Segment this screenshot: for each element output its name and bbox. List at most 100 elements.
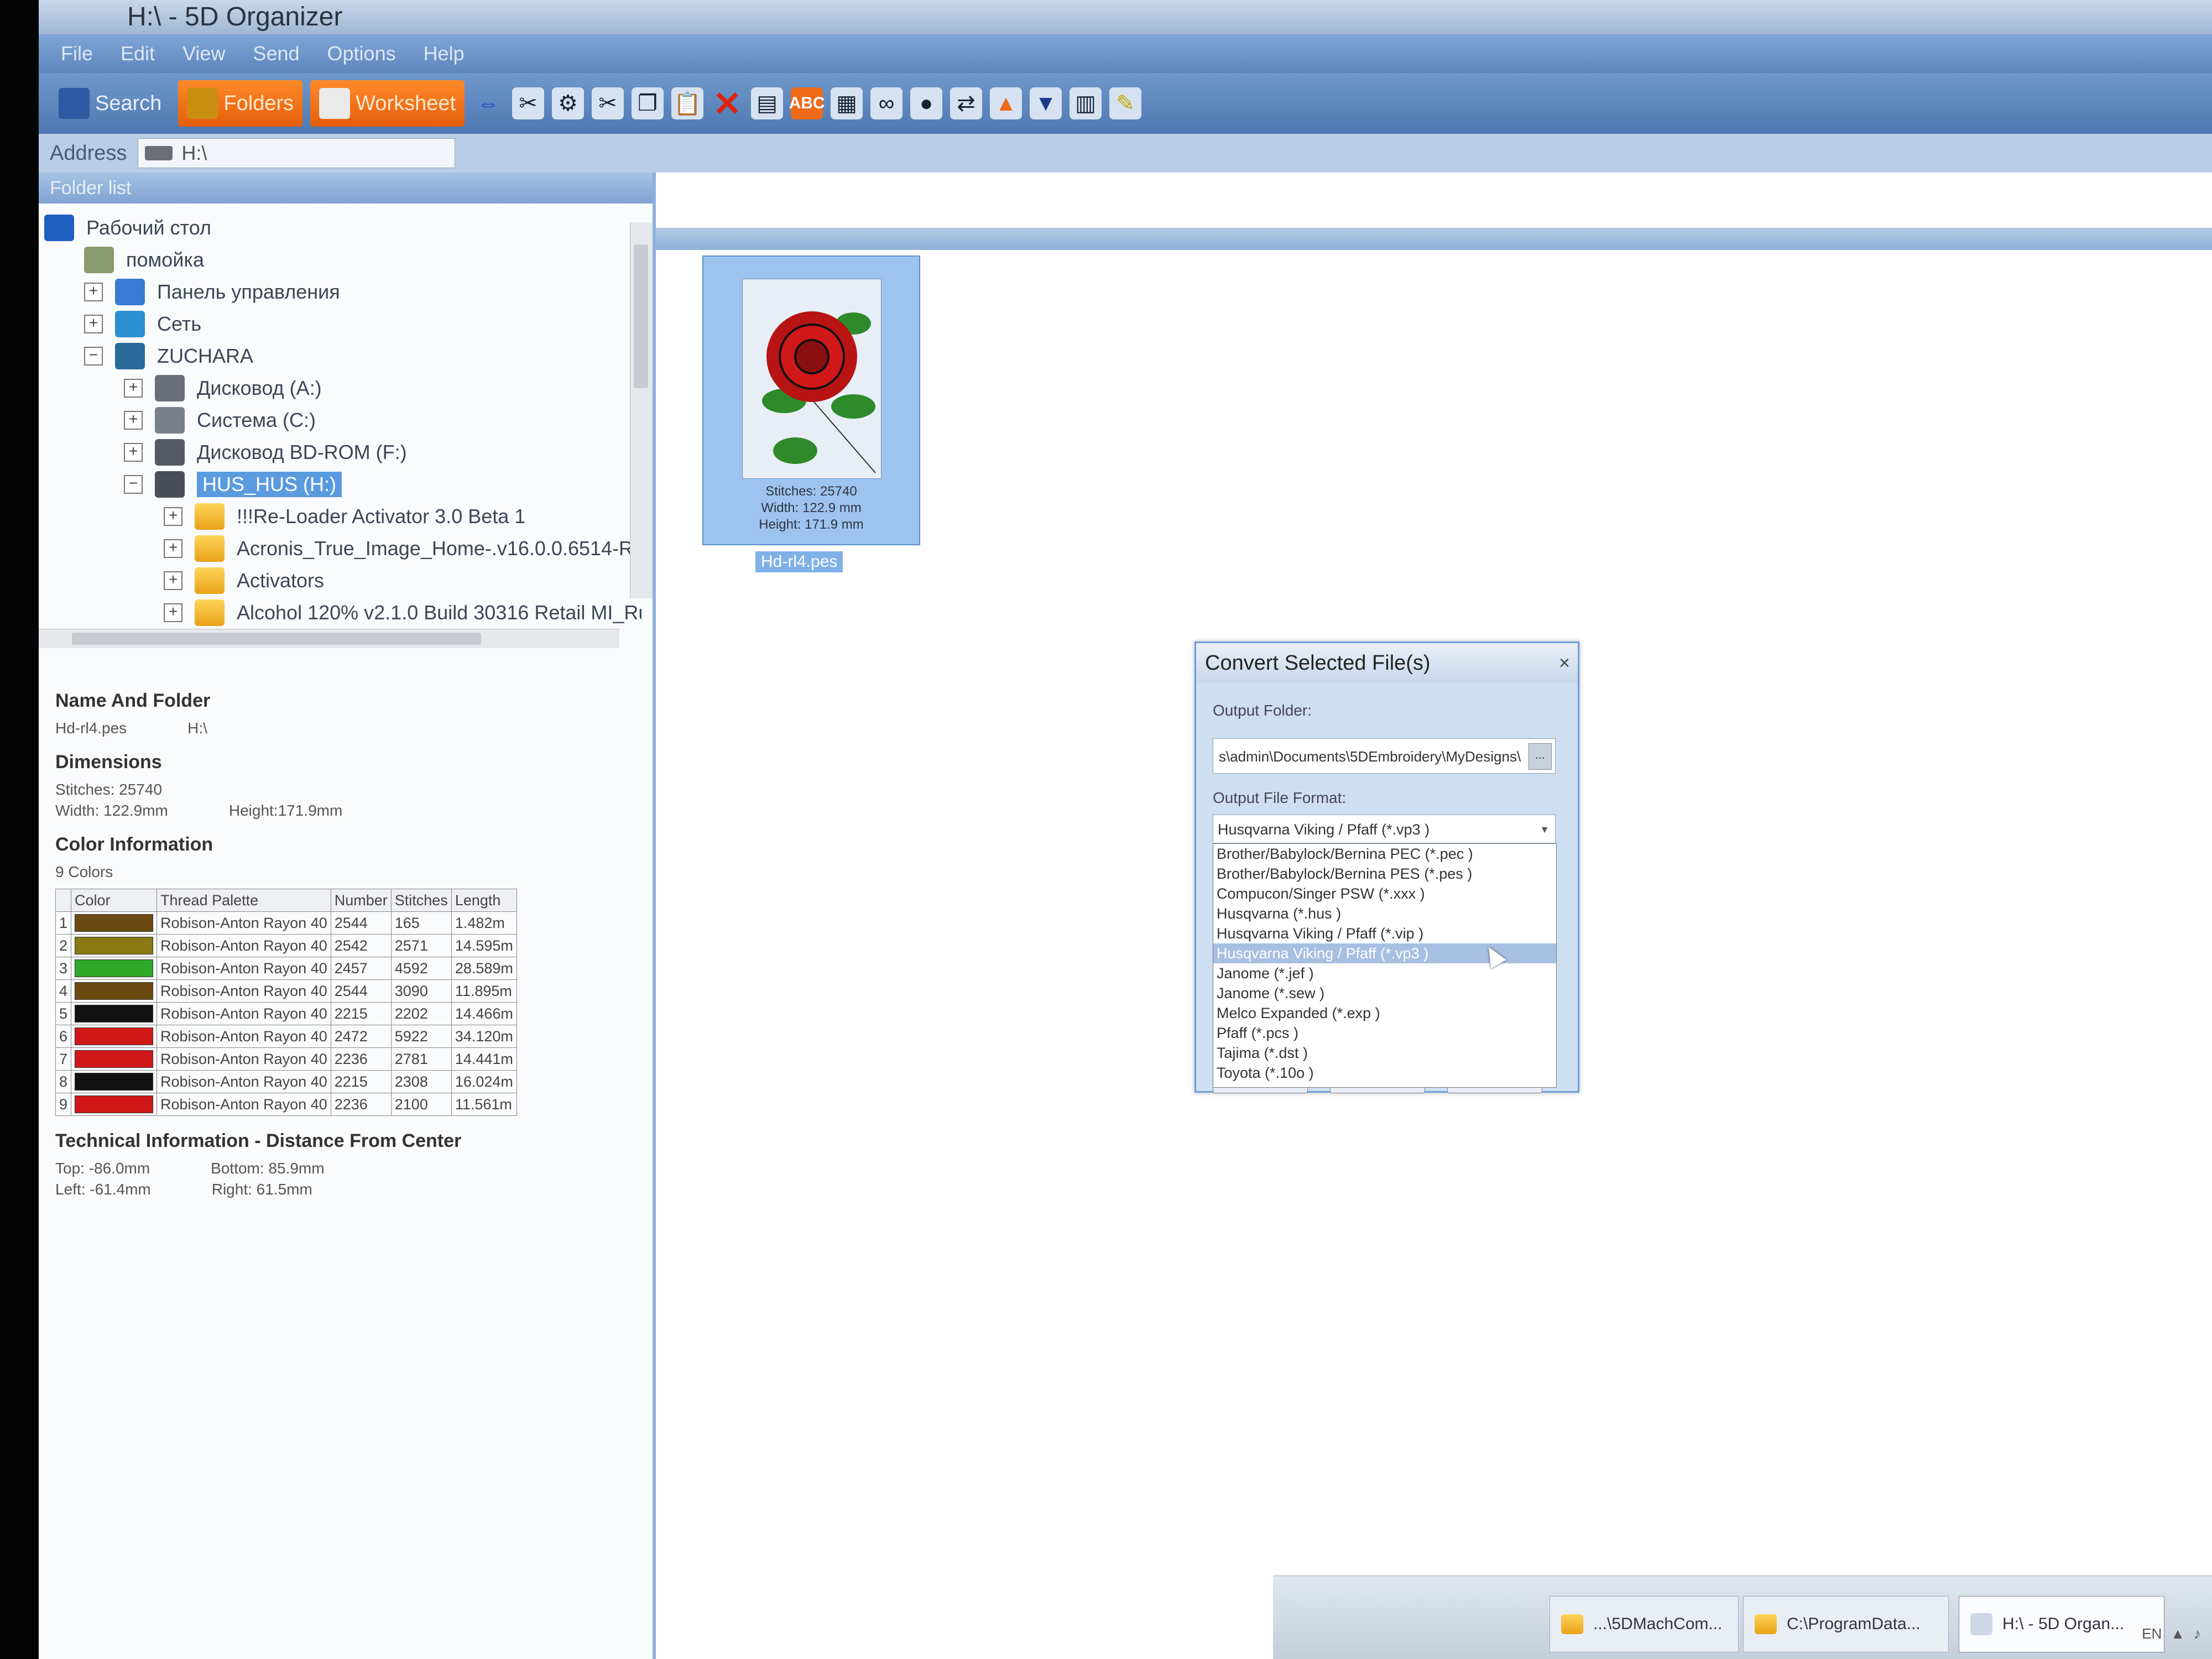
tree-item-label: Сеть [157, 312, 202, 335]
tree-item[interactable]: Рабочий стол [44, 215, 211, 241]
color-swatch [71, 979, 158, 1003]
pencil-icon[interactable]: ✎ [1109, 87, 1142, 119]
tree-vscroll-thumb[interactable] [634, 244, 648, 388]
format-option[interactable]: Husqvarna (*.hus ) [1213, 904, 1556, 924]
tree-item[interactable]: + Acronis_True_Image_Home-.v16.0.0.6514-R… [164, 535, 641, 562]
convert-arrows-icon[interactable]: ⇄ [950, 87, 983, 119]
worksheet-button[interactable]: Worksheet [310, 80, 465, 127]
menu-help[interactable]: Help [424, 42, 465, 65]
expand-icon[interactable]: + [124, 379, 143, 398]
tree-vertical-scrollbar[interactable] [630, 222, 653, 598]
tree-item[interactable]: + Панель управления [84, 279, 340, 305]
tree-item[interactable]: − ZUCHARA [84, 343, 253, 369]
format-option[interactable]: Brother/Babylock/Bernina PEC (*.pec ) [1213, 844, 1556, 864]
expand-icon[interactable]: + [164, 571, 182, 590]
tree-item[interactable]: + Дисковод BD-ROM (F:) [124, 439, 407, 466]
format-option[interactable]: Janome (*.sew ) [1213, 983, 1556, 1003]
volume-tray-icon[interactable]: ♪ [2194, 1625, 2201, 1642]
thumb-height: Height: 171.9 mm [759, 517, 864, 532]
col-palette: Thread Palette [156, 889, 331, 912]
delete-icon[interactable]: ✕ [711, 85, 743, 123]
machine-icon[interactable]: ⚙ [552, 87, 585, 119]
output-folder-field[interactable]: s\admin\Documents\5DEmbroidery\MyDesigns… [1213, 738, 1556, 774]
thread-number: 2472 [330, 1025, 392, 1048]
format-option[interactable]: Tajima (*.dst ) [1213, 1043, 1556, 1063]
copy-icon[interactable]: ❐ [632, 87, 664, 119]
expand-icon[interactable]: + [164, 603, 182, 622]
search-button[interactable]: Search [50, 80, 170, 127]
abc-lettering-icon[interactable]: ABC [789, 87, 825, 119]
close-icon[interactable]: × [1559, 643, 1570, 683]
output-folder-value: s\admin\Documents\5DEmbroidery\MyDesigns… [1219, 748, 1521, 765]
dimensions-heading: Dimensions [55, 752, 162, 773]
tree-item[interactable]: + Система (C:) [124, 407, 316, 434]
thread-number: 2457 [330, 957, 392, 980]
output-format-select[interactable]: Husqvarna Viking / Pfaff (*.vp3 ) ▼ [1213, 815, 1556, 843]
color-index: 2 [55, 934, 72, 957]
taskbar-item-5dmachcom[interactable]: ...\5DMachCom... [1550, 1596, 1739, 1652]
expand-icon[interactable]: + [124, 443, 143, 462]
tree-hscroll-thumb[interactable] [72, 633, 481, 645]
network-tray-icon[interactable]: ▲ [2171, 1625, 2185, 1642]
thread-length: 34.120m [451, 1025, 517, 1048]
tree-item[interactable]: + Activators [164, 567, 324, 594]
network-icon [115, 311, 145, 337]
format-dropdown-list: Brother/Babylock/Bernina PEC (*.pec ) Bro… [1213, 843, 1557, 1088]
worksheet-label: Worksheet [356, 91, 456, 115]
browse-button[interactable]: ... [1528, 743, 1552, 770]
expand-icon[interactable]: + [164, 507, 182, 526]
tree-item[interactable]: помойка [84, 247, 204, 273]
address-field[interactable]: H:\ [138, 138, 456, 168]
properties-icon[interactable]: ▤ [751, 87, 784, 119]
format-option[interactable]: Toyota (*.10o ) [1213, 1063, 1556, 1083]
expand-icon[interactable]: + [124, 411, 143, 430]
taskbar-item-programdata[interactable]: C:\ProgramData... [1743, 1596, 1949, 1652]
tree-item[interactable]: + Alcohol 120% v2.1.0 Build 30316 Retail … [164, 599, 641, 626]
screen: H:\ - 5D Organizer File Edit View Send O… [39, 0, 2212, 1659]
format-option[interactable]: Melco Expanded (*.exp ) [1213, 1003, 1556, 1023]
columns-icon[interactable]: ▥ [1070, 87, 1102, 119]
collapse-icon[interactable]: − [124, 475, 143, 494]
tree-item[interactable]: + !!!Re-Loader Activator 3.0 Beta 1 [164, 503, 525, 530]
colors-icon[interactable]: ● [910, 87, 943, 119]
menu-send[interactable]: Send [253, 42, 299, 65]
expand-icon[interactable]: + [84, 315, 103, 333]
optical-drive-icon [155, 439, 185, 466]
expand-icon[interactable]: + [164, 539, 182, 558]
tree-item[interactable]: + Сеть [84, 311, 201, 337]
format-option[interactable]: Pfaff (*.pcs ) [1213, 1023, 1556, 1043]
format-option[interactable]: Brother/Babylock/Bernina PES (*.pes ) [1213, 864, 1556, 884]
expand-icon[interactable]: + [84, 283, 103, 301]
menu-edit[interactable]: Edit [121, 42, 155, 65]
link-icon[interactable]: ∞ [870, 87, 903, 119]
paste-icon[interactable]: 📋 [671, 87, 704, 119]
swap-arrows-icon[interactable]: ⇔ [472, 87, 504, 119]
thread-number: 2215 [330, 1070, 392, 1093]
thread-palette: Robison-Anton Rayon 40 [156, 1025, 331, 1048]
system-tray: EN ▲ ♪ [2142, 1625, 2201, 1642]
drive-icon [145, 146, 173, 160]
tree-item[interactable]: + Дисковод (A:) [124, 375, 322, 401]
menu-options[interactable]: Options [327, 42, 396, 65]
menu-view[interactable]: View [182, 42, 225, 65]
tree-horizontal-scrollbar[interactable] [39, 629, 619, 648]
thread-color-swatch [75, 1050, 154, 1068]
grid-icon[interactable]: ▦ [831, 87, 863, 119]
tray-language[interactable]: EN [2142, 1625, 2162, 1642]
triangle-down-icon[interactable]: ▼ [1030, 87, 1062, 119]
scissors-icon[interactable]: ✂ [512, 87, 545, 119]
tree-item[interactable]: − HUS_HUS (H:) [124, 471, 342, 498]
format-option[interactable]: Compucon/Singer PSW (*.xxx ) [1213, 884, 1556, 904]
triangle-up-icon[interactable]: ▲ [990, 87, 1022, 119]
menu-file[interactable]: File [61, 42, 93, 65]
collapse-icon[interactable]: − [84, 347, 103, 366]
taskbar-item-5d-organizer[interactable]: H:\ - 5D Organ... [1959, 1596, 2164, 1652]
format-option[interactable]: Janome (*.jef ) [1213, 963, 1556, 983]
design-thumbnail[interactable]: Stitches: 25740 Width: 122.9 mm Height: … [702, 255, 920, 545]
cut-icon[interactable]: ✂ [592, 87, 624, 119]
thumbnail-filename[interactable]: Hd-rl4.pes [755, 551, 843, 572]
folders-button[interactable]: Folders [178, 80, 303, 127]
tree-item-label: Acronis_True_Image_Home-.v16.0.0.6514-RU… [237, 537, 641, 560]
color-table-header: Color Thread Palette Number Stitches Len… [55, 889, 517, 912]
format-option[interactable]: Husqvarna Viking / Pfaff (*.vip ) [1213, 924, 1556, 943]
